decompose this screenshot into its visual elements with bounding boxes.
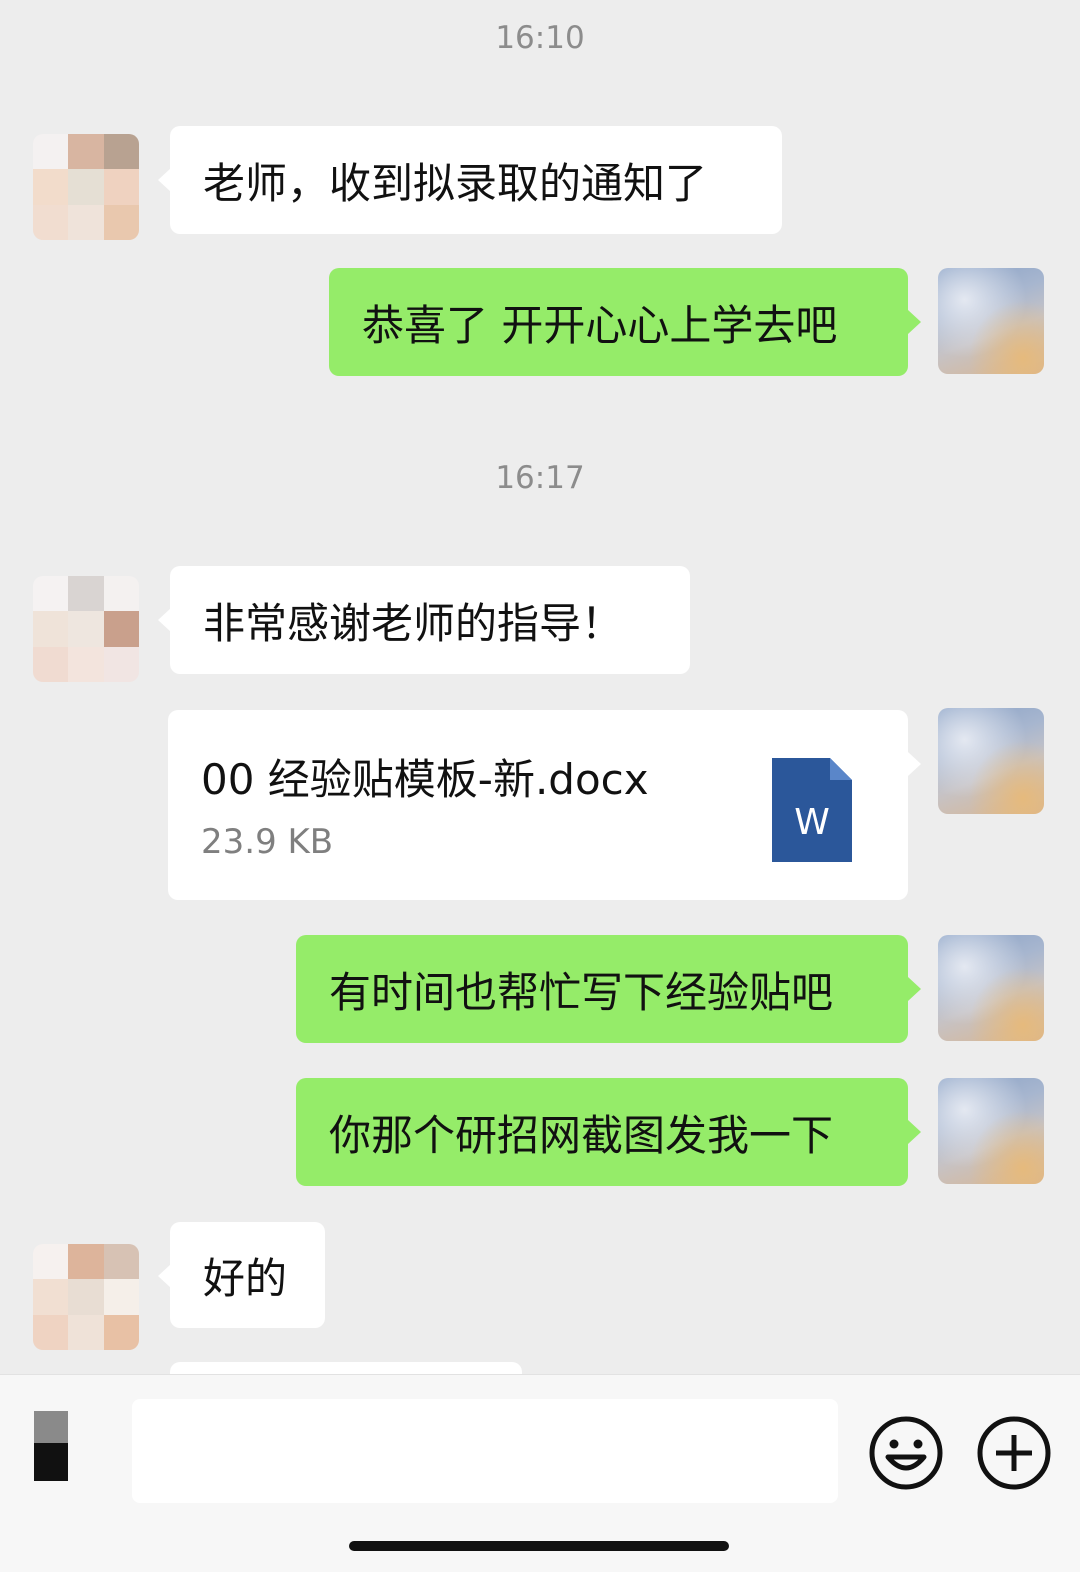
self-avatar[interactable] [938,708,1044,814]
file-name: 00 经验贴模板-新.docx [201,755,649,804]
message-bubble-incoming[interactable]: 非常感谢老师的指导！ [158,566,690,674]
message-text: 恭喜了 开开心心上学去吧 [362,300,838,350]
word-doc-icon: W [772,758,852,862]
contact-avatar[interactable] [33,576,139,682]
timestamp: 16:17 [495,460,585,496]
message-text: 好的 [203,1253,288,1303]
message-input[interactable] [132,1399,838,1503]
message-bubble-outgoing[interactable]: 恭喜了 开开心心上学去吧 [329,268,921,376]
message-bubble-incoming[interactable]: 老师，收到拟录取的通知了 [158,126,782,234]
file-message-card[interactable]: 00 经验贴模板-新.docx 23.9 KB W [168,710,921,900]
message-bubble-outgoing[interactable]: 有时间也帮忙写下经验贴吧 [296,935,921,1043]
word-icon-letter: W [794,802,830,843]
message-text: 有时间也帮忙写下经验贴吧 [329,967,834,1017]
voice-icon[interactable] [34,1411,68,1481]
plus-icon[interactable] [976,1415,1052,1491]
self-avatar[interactable] [938,268,1044,374]
self-avatar[interactable] [938,1078,1044,1184]
message-text: 非常感谢老师的指导！ [203,598,624,648]
home-indicator[interactable] [349,1541,729,1551]
file-size: 23.9 KB [201,822,334,862]
timestamp: 16:10 [495,20,585,56]
message-bubble-outgoing[interactable]: 你那个研招网截图发我一下 [296,1078,921,1186]
message-bubble-incoming[interactable]: 好的 [158,1222,325,1328]
contact-avatar[interactable] [33,134,139,240]
self-avatar[interactable] [938,935,1044,1041]
message-text: 你那个研招网截图发我一下 [329,1110,834,1160]
message-text: 老师，收到拟录取的通知了 [203,158,708,208]
emoji-icon[interactable] [868,1415,944,1491]
contact-avatar[interactable] [33,1244,139,1350]
